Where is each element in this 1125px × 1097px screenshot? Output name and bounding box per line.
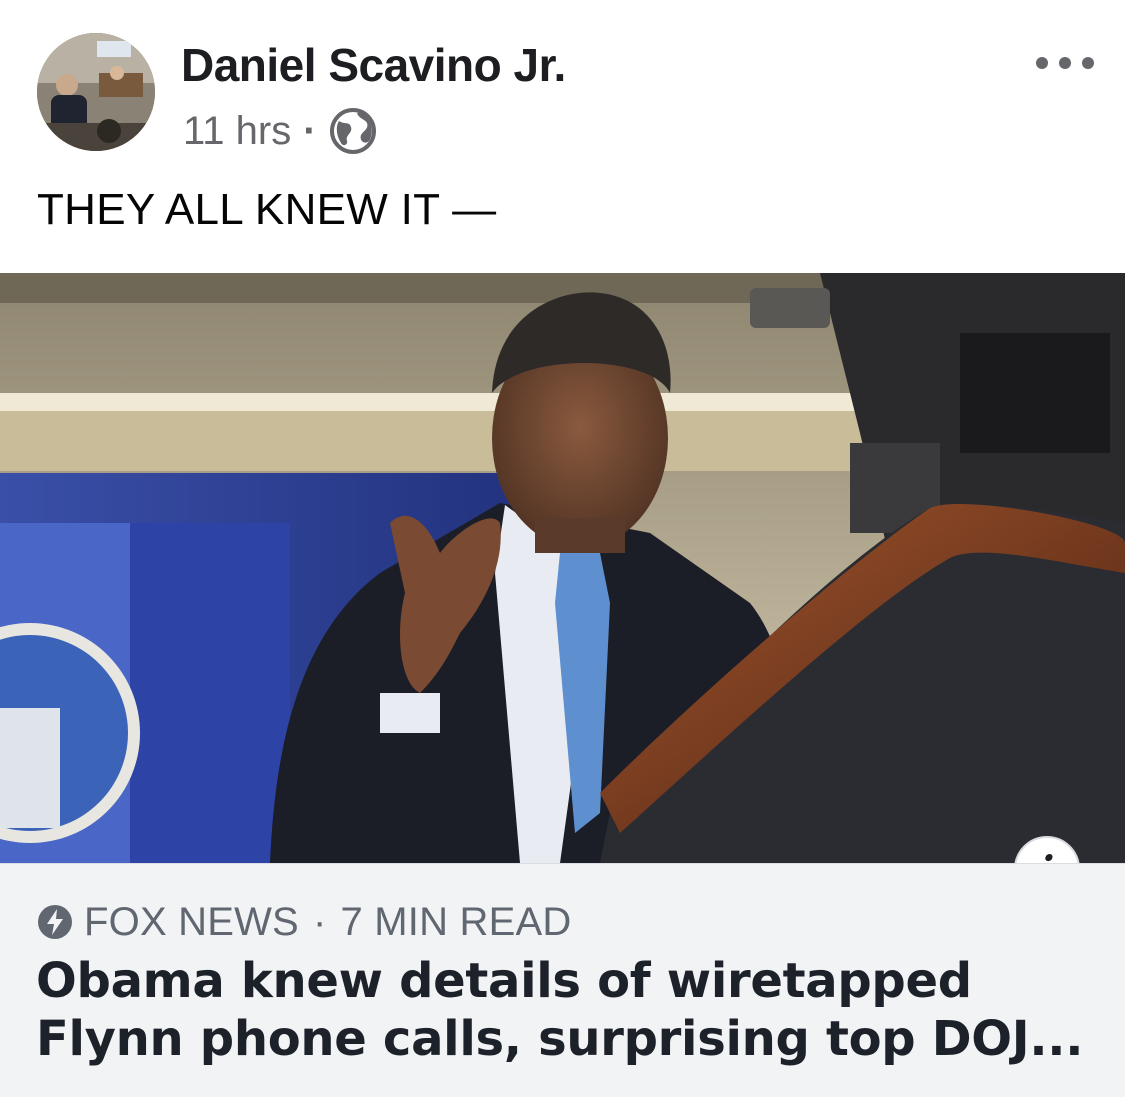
globe-icon[interactable] bbox=[329, 107, 377, 155]
post-time[interactable]: 11 hrs bbox=[183, 109, 291, 154]
headline-line: Flynn phone calls, surprising top DOJ... bbox=[36, 1011, 1084, 1067]
post-meta: 11 hrs · bbox=[183, 106, 377, 156]
read-time: 7 MIN READ bbox=[340, 899, 572, 944]
meta-separator: · bbox=[303, 108, 317, 153]
more-options-button[interactable] bbox=[1036, 50, 1094, 76]
link-source: FOX NEWS bbox=[84, 899, 299, 944]
more-dots-icon bbox=[1082, 57, 1094, 69]
source-separator: · bbox=[312, 899, 327, 944]
link-headline[interactable]: Obama knew details of wiretapped Flynn p… bbox=[36, 952, 1096, 1068]
headline-line: Obama knew details of wiretapped bbox=[36, 953, 972, 1009]
author-name[interactable]: Daniel Scavino Jr. bbox=[181, 38, 566, 92]
post-text: THEY ALL KNEW IT — bbox=[37, 185, 497, 234]
avatar[interactable] bbox=[37, 33, 155, 151]
link-preview-image[interactable] bbox=[0, 273, 1125, 863]
instant-article-bolt-icon bbox=[36, 903, 74, 941]
source-row: FOX NEWS · 7 MIN READ bbox=[36, 898, 571, 946]
link-preview-caption[interactable]: FOX NEWS · 7 MIN READ Obama knew details… bbox=[0, 863, 1125, 1097]
more-dots-icon bbox=[1036, 57, 1048, 69]
post-header: Daniel Scavino Jr. 11 hrs · THEY ALL KNE… bbox=[0, 0, 1125, 272]
more-dots-icon bbox=[1059, 57, 1071, 69]
